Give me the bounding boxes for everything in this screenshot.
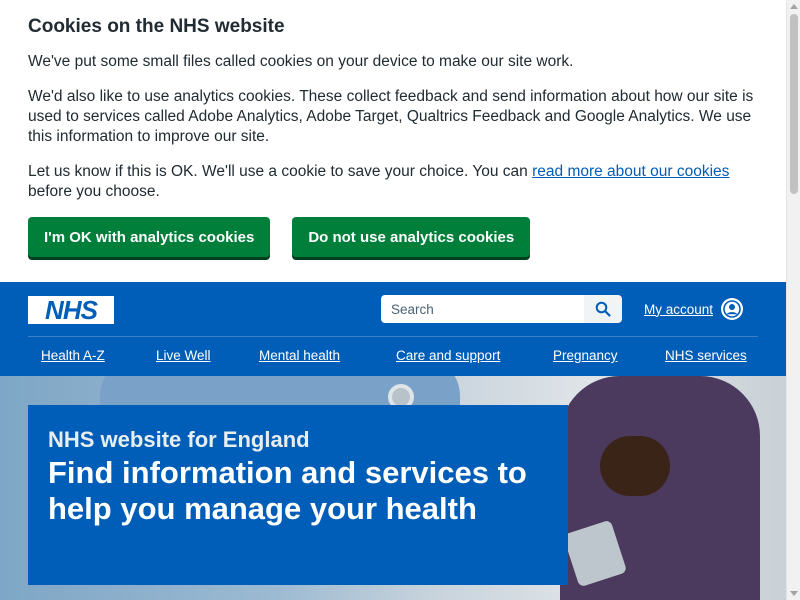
read-more-cookies-link[interactable]: read more about our cookies bbox=[532, 163, 729, 180]
scroll-up-arrow-icon[interactable] bbox=[790, 4, 798, 9]
site-header: NHS My account Health A-Z Live Well Ment… bbox=[0, 282, 786, 376]
hero-image-hand bbox=[600, 436, 670, 496]
hero-subtitle: NHS website for England bbox=[48, 427, 310, 452]
cookie-text-after-link: before you choose. bbox=[28, 183, 160, 200]
my-account-label: My account bbox=[644, 301, 714, 317]
cookie-banner-text-1: We've put some small files called cookie… bbox=[28, 53, 574, 70]
cookie-banner-heading: Cookies on the NHS website bbox=[28, 16, 285, 37]
nav-item-nhs-services[interactable]: NHS services bbox=[665, 348, 747, 363]
hero-title: Find information and services to help yo… bbox=[48, 455, 527, 526]
search-input[interactable] bbox=[381, 295, 584, 323]
nav-item-care-and-support[interactable]: Care and support bbox=[396, 348, 500, 363]
hero-card: NHS website for England Find information… bbox=[28, 405, 568, 585]
search-form bbox=[381, 295, 622, 323]
cookie-text-before-link: Let us know if this is OK. We'll use a c… bbox=[28, 163, 533, 180]
my-account-link[interactable]: My account bbox=[644, 298, 744, 320]
cookie-buttons: I'm OK with analytics cookies Do not use… bbox=[28, 217, 758, 257]
cookie-banner-text-2: We'd also like to use analytics cookies.… bbox=[28, 88, 754, 145]
nhs-logo-text: NHS bbox=[45, 295, 98, 325]
search-button[interactable] bbox=[584, 295, 622, 323]
reject-analytics-cookies-button[interactable]: Do not use analytics cookies bbox=[292, 217, 531, 257]
user-icon bbox=[721, 298, 744, 320]
search-icon bbox=[595, 301, 611, 317]
cookie-banner-text-3: Let us know if this is OK. We'll use a c… bbox=[28, 162, 758, 202]
nav-item-pregnancy[interactable]: Pregnancy bbox=[553, 348, 618, 363]
scroll-down-arrow-icon[interactable] bbox=[790, 591, 798, 596]
primary-navigation: Health A-Z Live Well Mental health Care … bbox=[0, 348, 786, 368]
nhs-logo[interactable]: NHS bbox=[28, 296, 114, 324]
nav-item-mental-health[interactable]: Mental health bbox=[259, 348, 340, 363]
cookie-banner: Cookies on the NHS website We've put som… bbox=[0, 0, 786, 282]
nav-item-health-a-z[interactable]: Health A-Z bbox=[41, 348, 105, 363]
scrollbar-thumb[interactable] bbox=[790, 14, 798, 194]
accept-analytics-cookies-button[interactable]: I'm OK with analytics cookies bbox=[28, 217, 271, 257]
nav-divider bbox=[28, 336, 758, 337]
hero-section: NHS website for England Find information… bbox=[0, 376, 786, 600]
nav-item-live-well[interactable]: Live Well bbox=[156, 348, 211, 363]
page-scrollbar[interactable] bbox=[786, 0, 800, 600]
